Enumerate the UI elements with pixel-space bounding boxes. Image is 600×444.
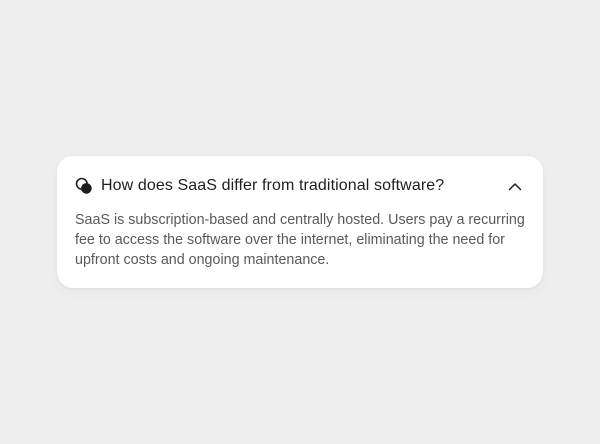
- faq-question: How does SaaS differ from traditional so…: [101, 177, 445, 194]
- chevron-up-icon[interactable]: [505, 176, 525, 196]
- faq-header[interactable]: How does SaaS differ from traditional so…: [75, 176, 525, 196]
- faq-answer: SaaS is subscription-based and centrally…: [75, 212, 525, 268]
- chat-bubbles-icon: [75, 177, 93, 195]
- faq-card: How does SaaS differ from traditional so…: [57, 156, 543, 288]
